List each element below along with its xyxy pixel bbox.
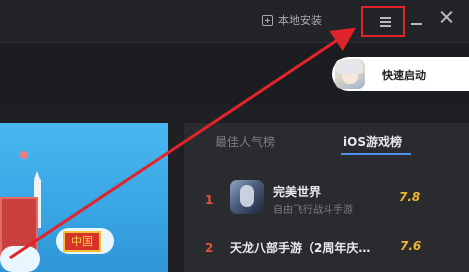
local-install-label: 本地安装 [278, 14, 322, 27]
quick-launch-label: 快速启动 [382, 69, 426, 82]
minimize-button[interactable] [411, 14, 423, 26]
add-icon [262, 14, 273, 26]
game-score: 7.6 [400, 239, 422, 253]
game-avatar-icon [335, 59, 365, 89]
local-install-button[interactable]: 本地安装 [262, 11, 322, 29]
cloud-decoration [0, 246, 40, 272]
game-score: 7.8 [399, 190, 421, 204]
balloon-decoration [20, 151, 28, 159]
quick-launch-button[interactable]: 快速启动 [332, 57, 469, 91]
banner-badge: 中国 [63, 231, 101, 252]
game-name: 完美世界 [273, 185, 322, 199]
active-tab-indicator [341, 153, 411, 155]
game-icon [230, 180, 264, 214]
promo-banner[interactable]: 中国 [0, 123, 168, 272]
menu-button[interactable] [361, 6, 405, 37]
game-name: 天龙八部手游（2周年庆… [230, 241, 371, 255]
close-button[interactable] [439, 9, 454, 24]
rank-number: 1 [205, 193, 214, 207]
title-bar: 本地安装 [0, 0, 469, 42]
tab-ios-game-ranking[interactable]: iOS游戏榜 [343, 133, 402, 150]
game-description: 自由飞行战斗手游 [273, 205, 353, 216]
rank-number: 2 [205, 241, 214, 255]
tab-popular-ranking[interactable]: 最佳人气榜 [215, 133, 275, 150]
hamburger-menu-icon [380, 17, 391, 29]
